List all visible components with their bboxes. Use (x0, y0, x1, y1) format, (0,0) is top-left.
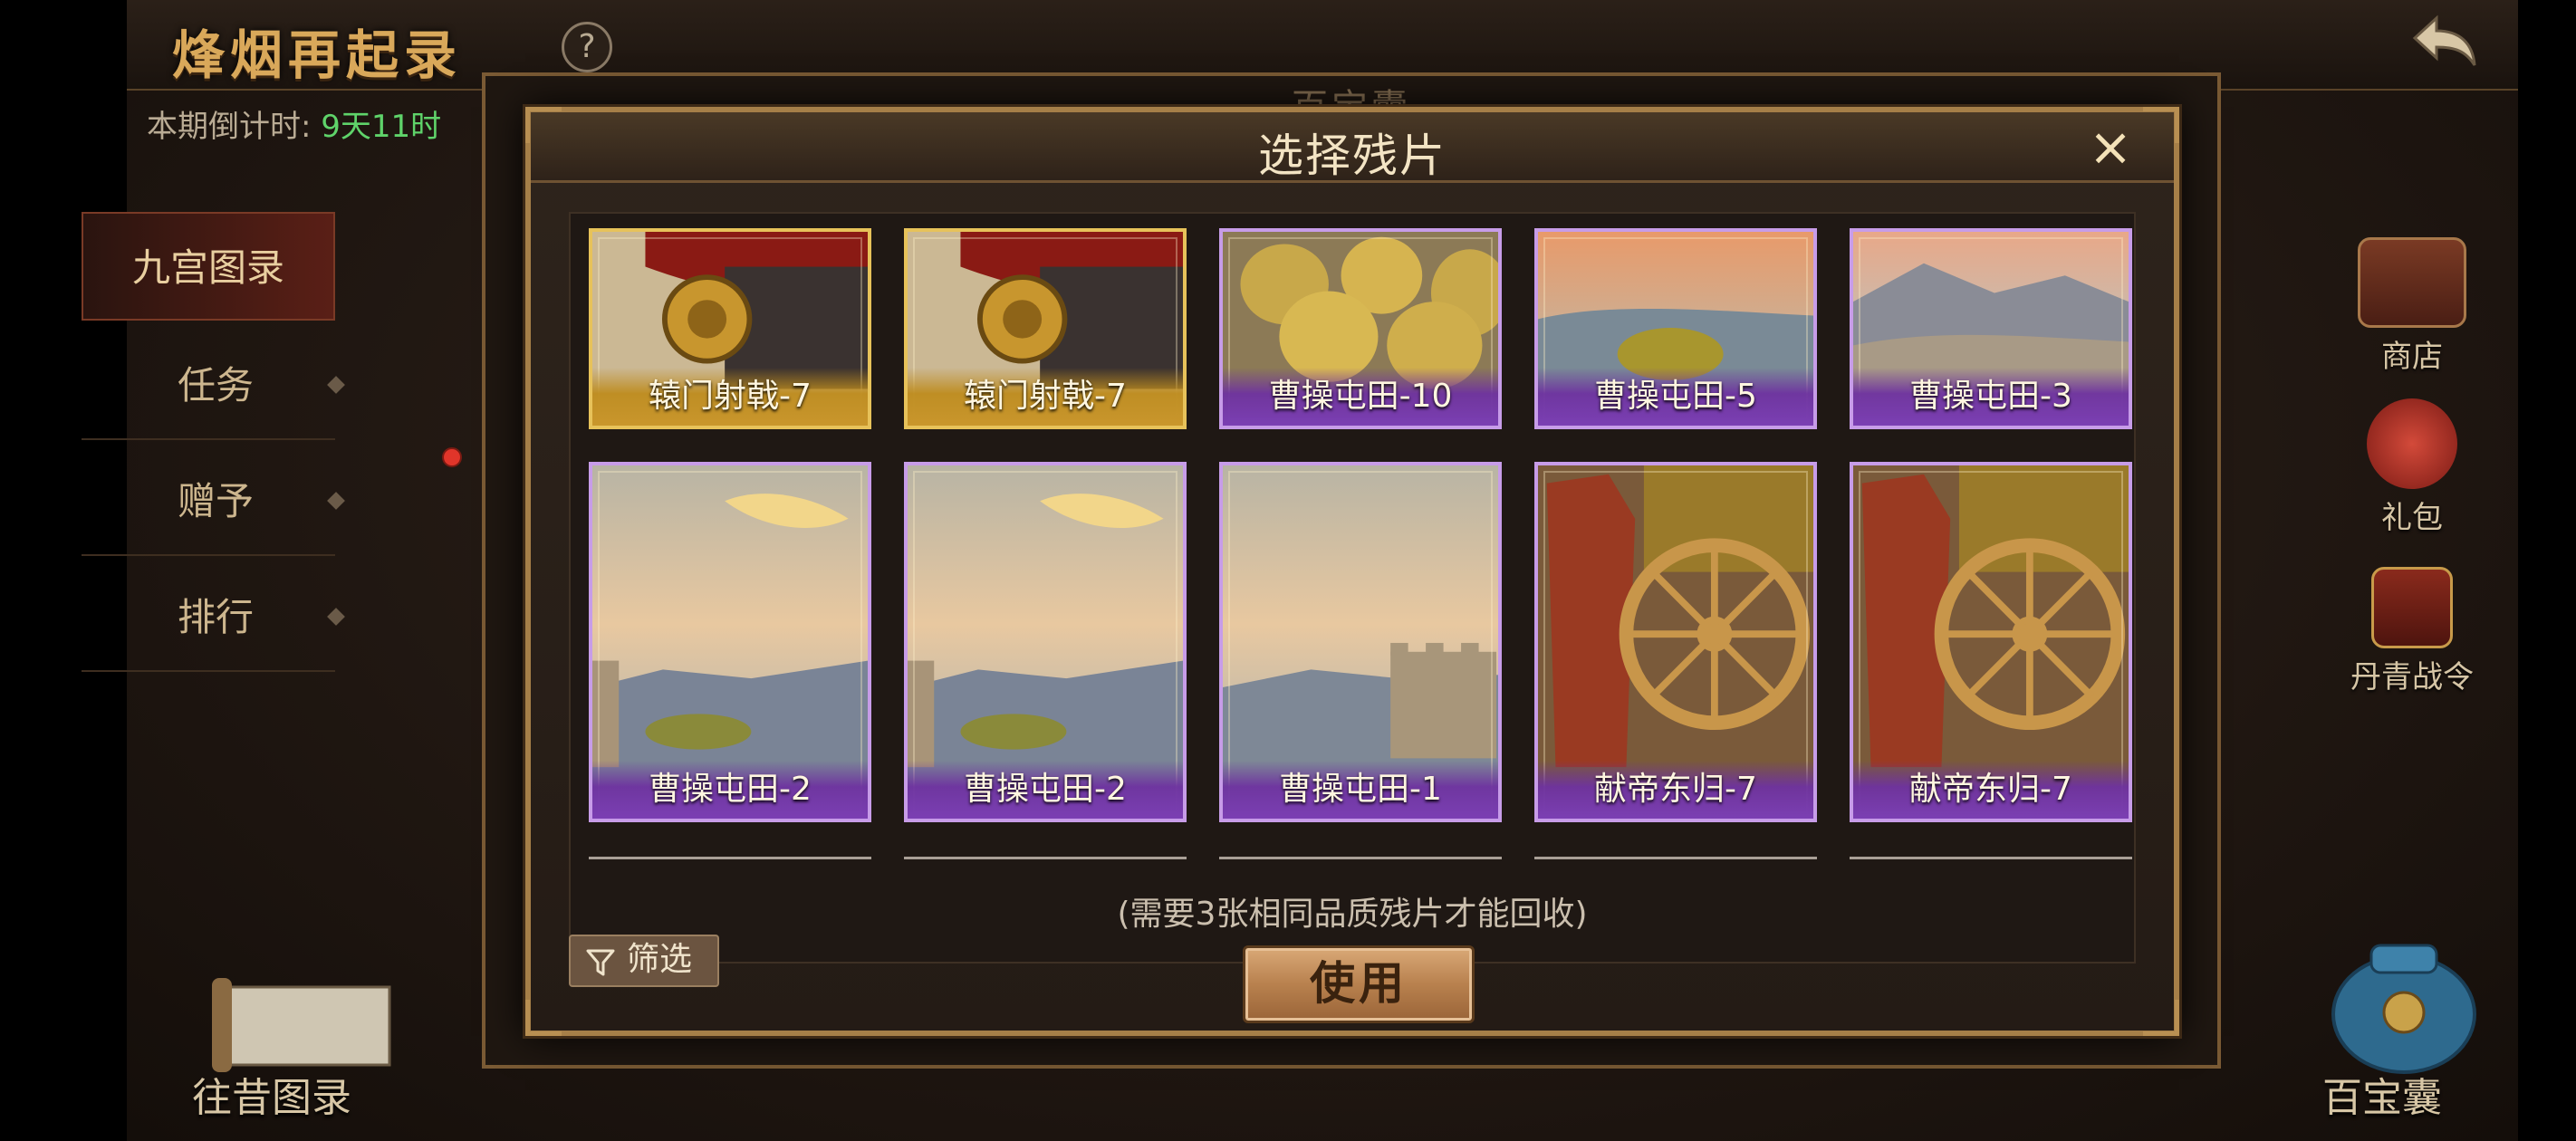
fragment-label: 辕门射戟-7 (908, 368, 1183, 426)
next-row-card-edge (904, 857, 1187, 859)
close-button[interactable]: × (2085, 120, 2136, 174)
next-row-card-edge (1219, 857, 1502, 859)
fragment-label: 曹操屯田-2 (908, 761, 1183, 819)
corner-ornament (525, 1000, 562, 1036)
fragment-card[interactable]: 曹操屯田-10 (1219, 228, 1502, 429)
back-arrow-icon[interactable] (2409, 11, 2482, 74)
fragment-card[interactable]: 辕门射戟-7 (589, 228, 871, 429)
filter-icon (586, 949, 615, 976)
dialog-title: 选择残片 (1258, 129, 1447, 182)
shop-label: 商店 (2381, 339, 2443, 375)
dialog-header: 选择残片 × (531, 112, 2174, 183)
fragment-grid[interactable]: 辕门射戟-7 辕门射戟-7 曹操屯田-10 曹操屯田-5 曹操屯田-3 曹操屯田… (569, 212, 2136, 964)
scroll-icon (212, 978, 391, 1072)
fragment-label: 曹操屯田-10 (1223, 368, 1498, 426)
treasure-bag-icon (2331, 944, 2476, 1074)
fragment-label: 曹操屯田-2 (592, 761, 868, 819)
event-title: 烽烟再起录 (172, 24, 463, 86)
help-icon[interactable]: ? (562, 22, 612, 72)
tab-label: 九宫图录 (131, 245, 284, 290)
fragment-card[interactable]: 曹操屯田-2 (904, 462, 1187, 822)
filter-button[interactable]: 筛选 (569, 935, 719, 987)
fragment-label: 曹操屯田-5 (1538, 368, 1813, 426)
gift-icon (2367, 398, 2457, 489)
tab-label: 任务 (177, 363, 254, 408)
fragment-card[interactable]: 曹操屯田-2 (589, 462, 871, 822)
recycle-hint: (需要3张相同品质残片才能回收) (1117, 896, 1588, 933)
tab-nine-palace[interactable]: 九宫图录 (82, 212, 335, 321)
fragment-label: 献帝东归-7 (1538, 761, 1813, 819)
countdown-value: 9天11时 (321, 109, 442, 145)
corner-ornament (2143, 1000, 2179, 1036)
use-button[interactable]: 使用 (1243, 945, 1475, 1023)
countdown: 本期倒计时: 9天11时 (147, 101, 441, 146)
fragment-card[interactable]: 曹操屯田-1 (1219, 462, 1502, 822)
fragment-card[interactable]: 辕门射戟-7 (904, 228, 1187, 429)
gift-pack-button[interactable]: 礼包 (2335, 398, 2489, 537)
tab-tasks[interactable]: 任务 (82, 331, 345, 440)
battle-pass-button[interactable]: 丹青战令 (2335, 567, 2489, 696)
tab-label: 赠予 (177, 479, 254, 523)
select-fragment-dialog: 选择残片 × 辕门射戟-7 辕门射戟-7 曹操屯田-10 曹操屯田-5 曹操屯田… (525, 107, 2179, 1036)
fragment-label: 曹操屯田-1 (1223, 761, 1498, 819)
treasure-bag-label: 百宝囊 (2322, 1075, 2442, 1121)
fragment-label: 曹操屯田-3 (1853, 368, 2129, 426)
fragment-card[interactable]: 曹操屯田-5 (1534, 228, 1817, 429)
notification-dot (442, 447, 462, 467)
shop-button[interactable]: 商店 (2335, 237, 2489, 376)
fragment-card[interactable]: 曹操屯田-3 (1850, 228, 2132, 429)
fragment-card[interactable]: 献帝东归-7 (1534, 462, 1817, 822)
tab-ranking[interactable]: 排行 (82, 563, 345, 672)
next-row-card-edge (1850, 857, 2132, 859)
chest-icon (2358, 237, 2466, 328)
past-records-label: 往昔图录 (192, 1075, 351, 1121)
filter-label: 筛选 (627, 941, 693, 978)
next-row-card-edge (589, 857, 871, 859)
tab-label: 排行 (177, 595, 254, 639)
battle-pass-label: 丹青战令 (2350, 659, 2474, 695)
gift-label: 礼包 (2381, 500, 2443, 536)
countdown-label: 本期倒计时: (147, 109, 312, 145)
treasure-bag-button[interactable]: 百宝囊 (2322, 1065, 2442, 1123)
order-icon (2371, 567, 2453, 648)
next-row-card-edge (1534, 857, 1817, 859)
fragment-label: 献帝东归-7 (1853, 761, 2129, 819)
tab-gift[interactable]: 赠予 (82, 447, 345, 556)
fragment-label: 辕门射戟-7 (592, 368, 868, 426)
fragment-card[interactable]: 献帝东归-7 (1850, 462, 2132, 822)
